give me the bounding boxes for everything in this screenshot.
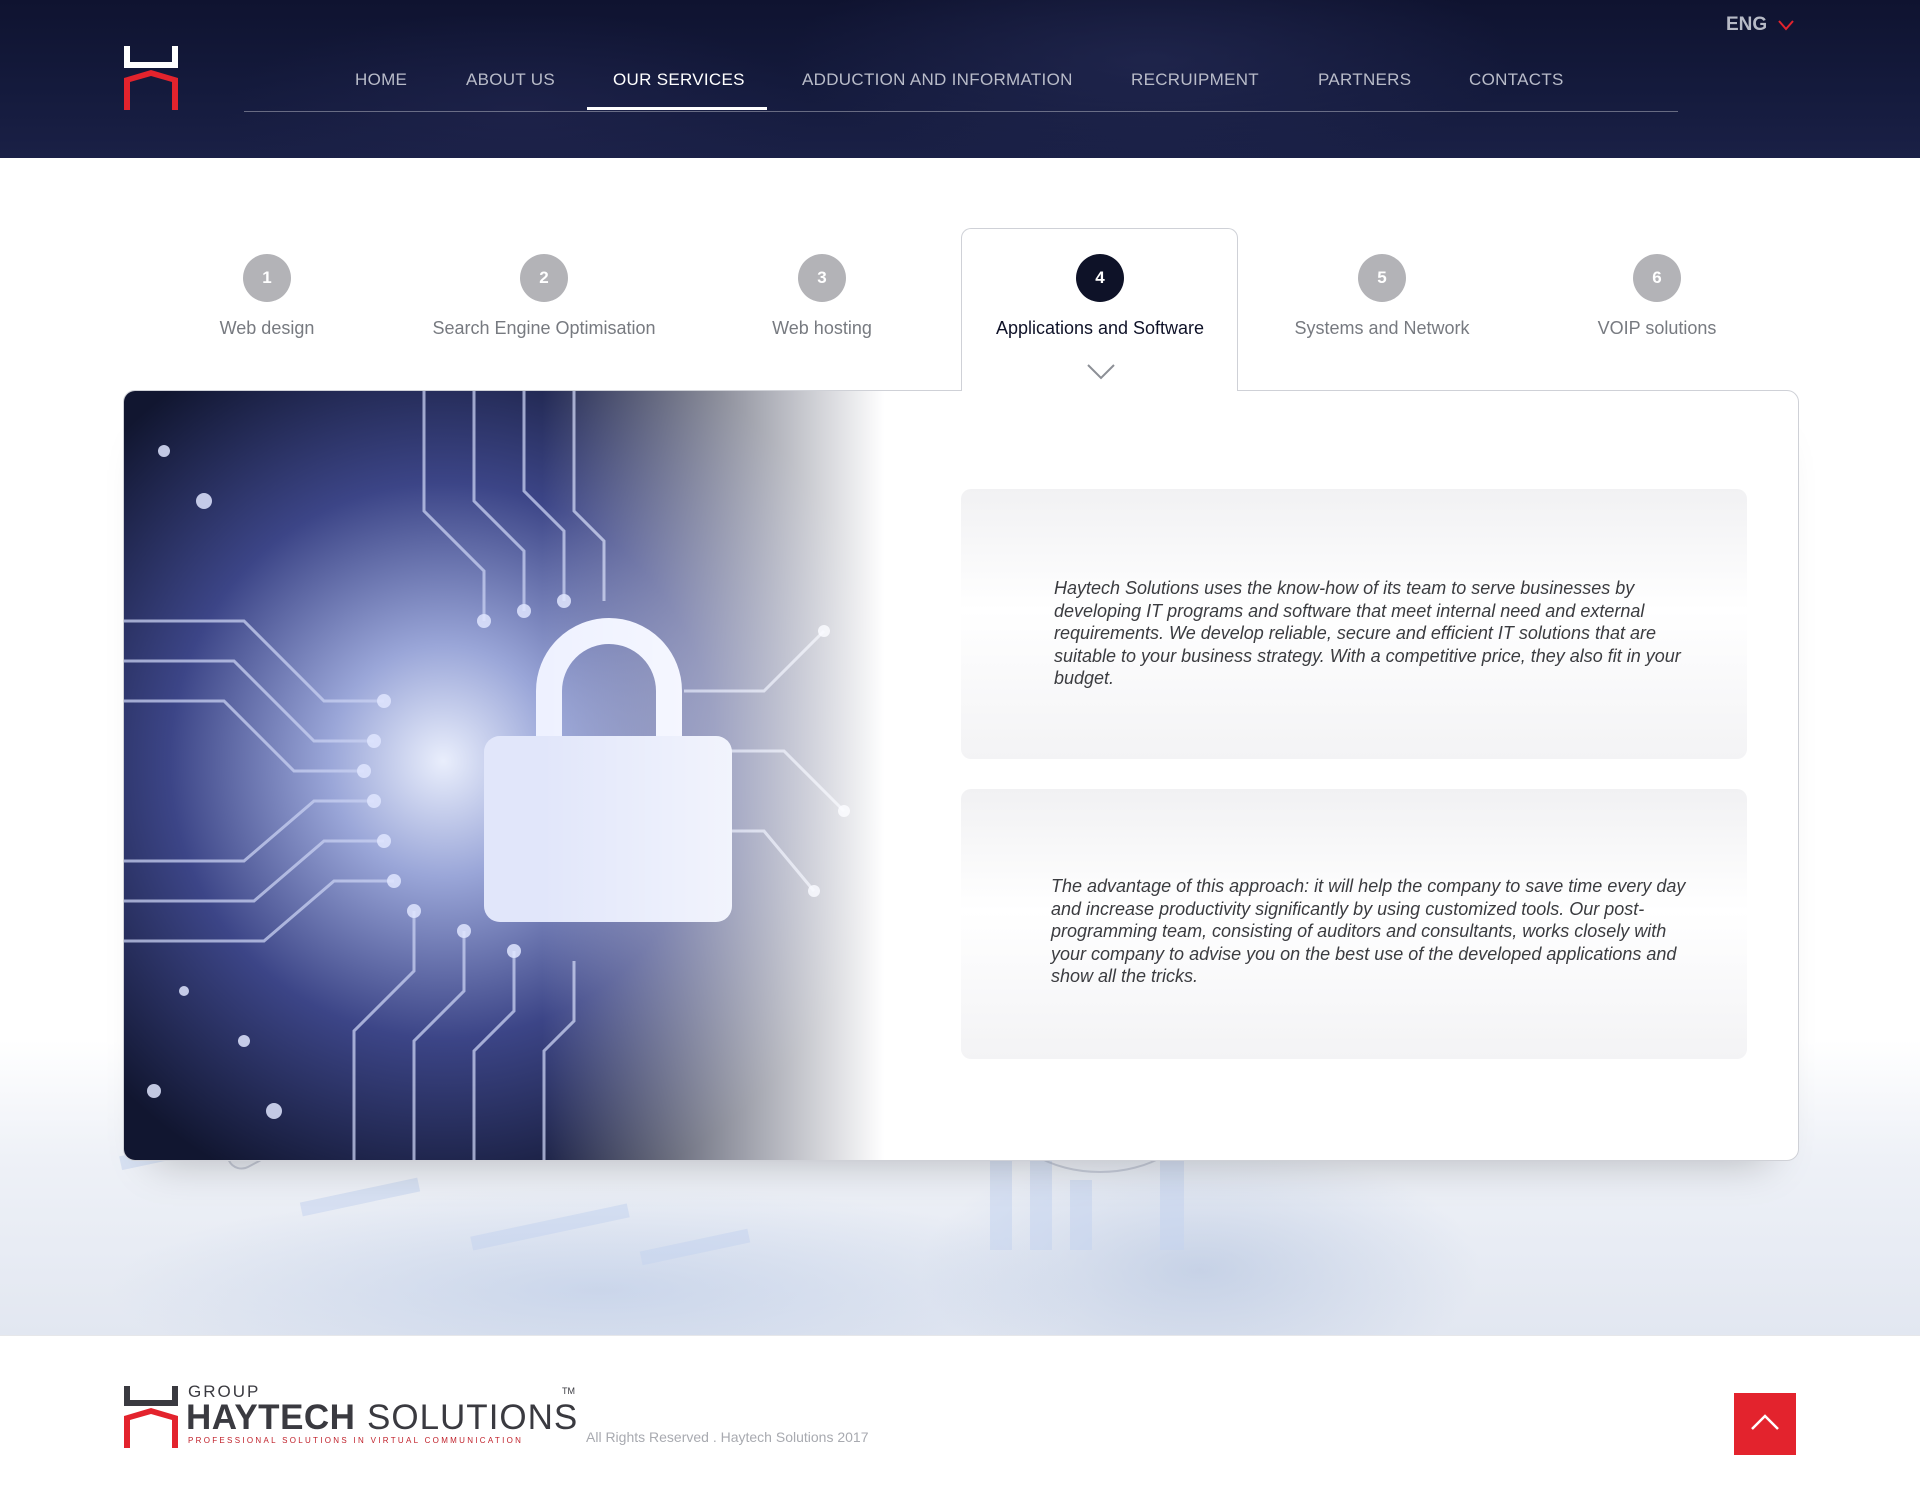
nav-recruipment[interactable]: RECRUIPMENT [1131, 68, 1259, 112]
tab-label: Web design [219, 318, 315, 338]
haytech-logo-icon [124, 1386, 178, 1448]
description-paragraph-2: The advantage of this approach: it will … [1051, 876, 1686, 986]
main-nav: HOME ABOUT US OUR SERVICES ADDUCTION AND… [244, 68, 1678, 112]
site-header: HOME ABOUT US OUR SERVICES ADDUCTION AND… [0, 0, 1920, 158]
language-selector[interactable]: ENG [1726, 14, 1767, 36]
logo-tagline: PROFESSIONAL SOLUTIONS IN VIRTUAL COMMUN… [188, 1436, 524, 1445]
copyright-text: All Rights Reserved . Haytech Solutions … [586, 1429, 869, 1445]
tab-number: 1 [243, 254, 291, 302]
tab-number: 5 [1358, 254, 1406, 302]
tab-applications-software[interactable]: 4 Applications and Software [970, 254, 1230, 344]
tab-pointer-icon [1087, 364, 1115, 380]
description-paragraph-1: Haytech Solutions uses the know-how of i… [1054, 578, 1681, 688]
nav-contacts[interactable]: CONTACTS [1469, 68, 1564, 112]
tab-connector [962, 389, 1237, 393]
tab-label: Applications and Software [995, 318, 1205, 338]
tab-label: VOIP solutions [1597, 318, 1717, 338]
service-content-card: Haytech Solutions uses the know-how of i… [123, 390, 1799, 1161]
back-to-top-button[interactable] [1734, 1393, 1796, 1455]
tab-systems-network[interactable]: 5 Systems and Network [1252, 254, 1512, 344]
tab-number: 2 [520, 254, 568, 302]
tab-seo[interactable]: 2 Search Engine Optimisation [414, 254, 674, 344]
haytech-logo-icon[interactable] [120, 44, 182, 112]
tab-number: 4 [1076, 254, 1124, 302]
description-box-2: The advantage of this approach: it will … [961, 789, 1747, 1059]
nav-active-indicator [587, 107, 767, 110]
logo-haytech-text: HAYTECH [186, 1398, 356, 1437]
tab-label: Web hosting [772, 318, 872, 338]
chevron-down-icon[interactable] [1778, 18, 1794, 32]
logo-trademark: TM [562, 1386, 575, 1396]
tab-number: 6 [1633, 254, 1681, 302]
tab-number: 3 [798, 254, 846, 302]
tab-label: Systems and Network [1294, 318, 1470, 338]
hero-image [124, 391, 884, 1160]
site-footer: GROUP HAYTECH SOLUTIONS TM PROFESSIONAL … [0, 1335, 1920, 1504]
tab-voip-solutions[interactable]: 6 VOIP solutions [1527, 254, 1787, 344]
footer-logo[interactable]: GROUP HAYTECH SOLUTIONS TM PROFESSIONAL … [122, 1380, 582, 1450]
tab-web-design[interactable]: 1 Web design [137, 254, 397, 344]
logo-solutions-text: SOLUTIONS [367, 1398, 579, 1437]
arrow-up-icon [1751, 1414, 1779, 1430]
nav-home[interactable]: HOME [355, 68, 407, 112]
nav-partners[interactable]: PARTNERS [1318, 68, 1411, 112]
tab-label: Search Engine Optimisation [432, 318, 656, 338]
nav-about-us[interactable]: ABOUT US [466, 68, 555, 112]
nav-our-services[interactable]: OUR SERVICES [613, 68, 745, 112]
nav-adduction-information[interactable]: ADDUCTION AND INFORMATION [802, 68, 1073, 112]
tab-web-hosting[interactable]: 3 Web hosting [692, 254, 952, 344]
description-box-1: Haytech Solutions uses the know-how of i… [961, 489, 1747, 759]
